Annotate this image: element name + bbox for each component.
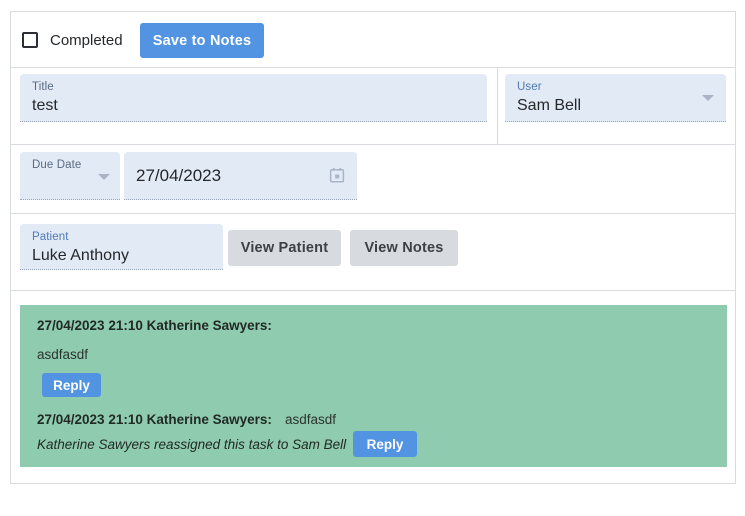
due-date-input-value: 27/04/2023 <box>136 166 222 185</box>
user-field-label: User <box>517 81 542 93</box>
user-field[interactable]: User Sam Bell <box>505 74 726 122</box>
title-field-value: test <box>32 97 58 114</box>
checkbox-box-icon[interactable] <box>22 32 38 48</box>
user-field-value: Sam Bell <box>517 97 582 114</box>
title-user-divider <box>497 67 498 145</box>
comment-system-text: Katherine Sawyers reassigned this task t… <box>37 437 347 452</box>
view-notes-button[interactable]: View Notes <box>350 230 458 266</box>
patient-field-value: Luke Anthony <box>32 247 129 264</box>
completed-checkbox[interactable]: Completed <box>22 30 123 50</box>
save-to-notes-button[interactable]: Save to Notes <box>140 23 264 58</box>
patient-field[interactable]: Patient Luke Anthony <box>20 224 223 270</box>
due-date-select[interactable]: Due Date <box>20 152 120 200</box>
comment-meta: 27/04/2023 21:10 Katherine Sawyers: <box>37 412 272 427</box>
comment-text: asdfasdf <box>285 412 337 427</box>
due-date-input[interactable]: 27/04/2023 <box>124 152 357 200</box>
reply-button[interactable]: Reply <box>353 431 417 457</box>
task-detail-screen: Completed Save to Notes Title test User … <box>0 0 745 516</box>
chevron-down-icon[interactable] <box>702 95 714 101</box>
title-field-label: Title <box>32 81 54 93</box>
completed-label: Completed <box>50 31 123 49</box>
comments-panel: 27/04/2023 21:10 Katherine Sawyers: asdf… <box>20 305 727 467</box>
title-field[interactable]: Title test <box>20 74 487 122</box>
chevron-down-icon[interactable] <box>98 174 110 180</box>
comment-meta: 27/04/2023 21:10 Katherine Sawyers: <box>37 318 272 333</box>
calendar-icon[interactable] <box>328 166 346 189</box>
comment-text: asdfasdf <box>37 347 89 362</box>
patient-field-label: Patient <box>32 231 69 243</box>
reply-button[interactable]: Reply <box>42 373 101 397</box>
view-patient-button[interactable]: View Patient <box>228 230 341 266</box>
due-date-select-label: Due Date <box>32 159 82 171</box>
